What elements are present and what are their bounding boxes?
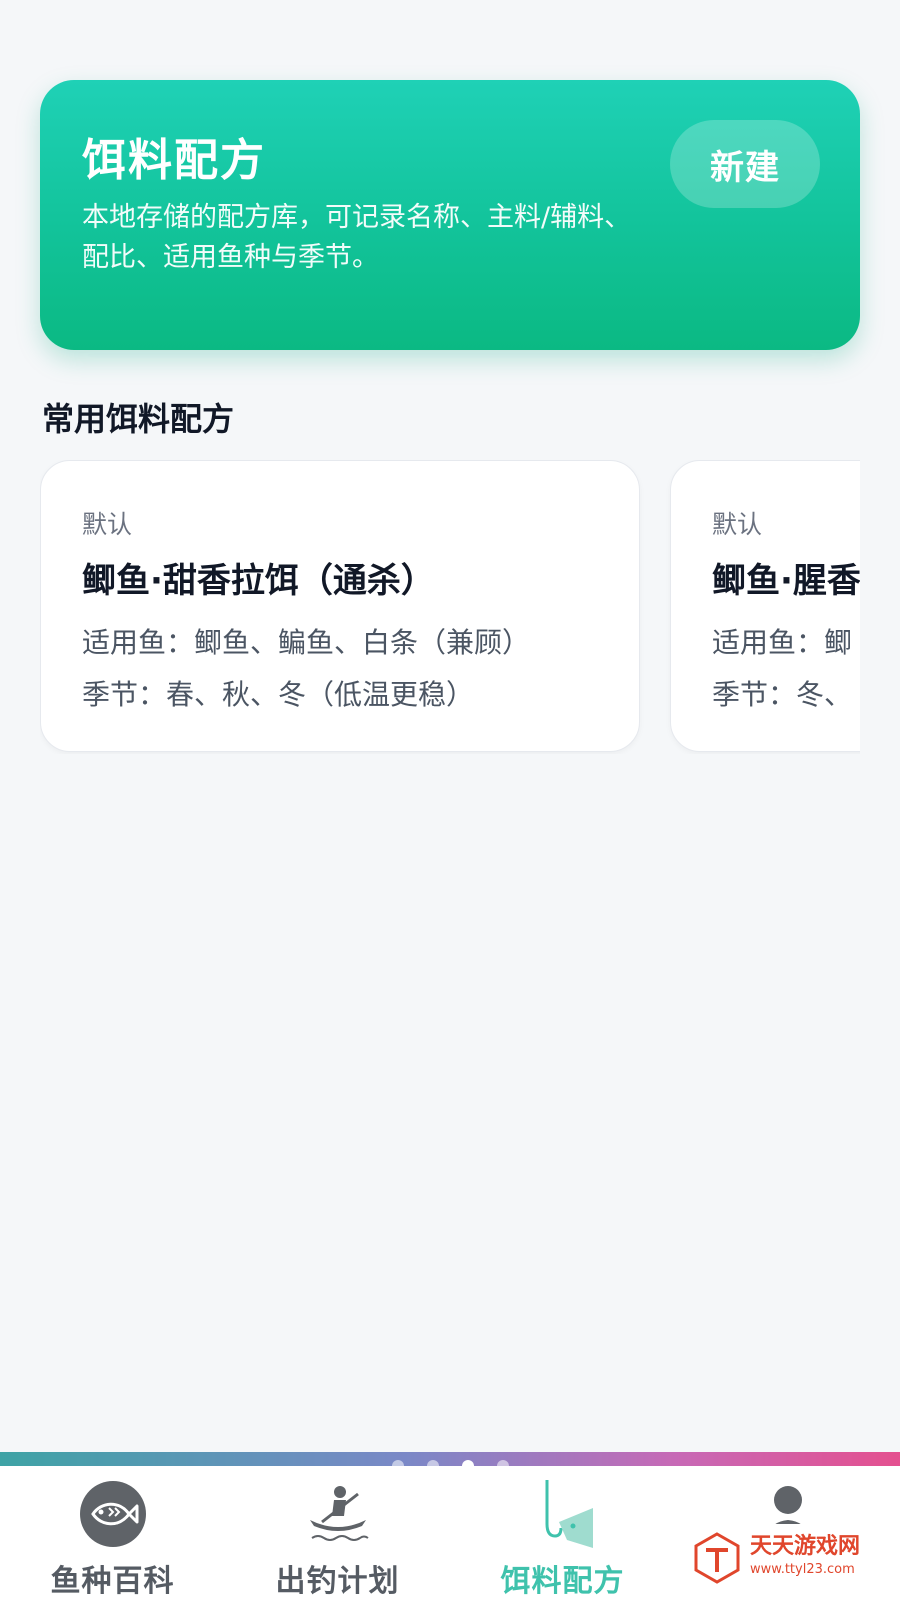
recipe-title: 鲫鱼·腥香	[712, 561, 860, 601]
recipe-card[interactable]: 默认 鲫鱼·腥香 适用鱼：鲫 季节：冬、	[670, 460, 860, 752]
new-recipe-button[interactable]: 新建	[670, 120, 820, 208]
watermark-name: 天天游戏网	[750, 1534, 861, 1559]
nav-label: 饵料配方	[500, 1564, 625, 1599]
page-title: 饵料配方	[82, 135, 266, 186]
hero-banner: 饵料配方 本地存储的配方库，可记录名称、主料/辅料、配比、适用鱼种与季节。 新建	[40, 80, 860, 350]
nav-label: 鱼种百科	[50, 1564, 175, 1599]
site-watermark: 天天游戏网 www.ttyl23.com	[680, 1524, 880, 1592]
recipe-title: 鲫鱼·甜香拉饵（通杀）	[82, 561, 435, 601]
kayak-icon	[309, 1486, 369, 1541]
recipe-card[interactable]: 默认 鲫鱼·甜香拉饵（通杀） 适用鱼：鲫鱼、鳊鱼、白条（兼顾） 季节：春、秋、冬…	[40, 460, 640, 752]
recipe-card-list[interactable]: 默认 鲫鱼·甜香拉饵（通杀） 适用鱼：鲫鱼、鳊鱼、白条（兼顾） 季节：春、秋、冬…	[40, 460, 860, 754]
recipe-season: 季节：春、秋、冬（低温更稳）	[82, 678, 475, 711]
hook-bait-icon	[545, 1480, 593, 1548]
nav-label: 出钓计划	[275, 1564, 400, 1599]
tab-bait-recipe[interactable]: 饵料配方	[450, 1466, 675, 1600]
recipe-tag: 默认	[82, 510, 133, 539]
recipe-fish: 适用鱼：鲫鱼、鳊鱼、白条（兼顾）	[82, 626, 531, 659]
recipe-season: 季节：冬、	[712, 678, 853, 711]
bait-recipe-page: 饵料配方 本地存储的配方库，可记录名称、主料/辅料、配比、适用鱼种与季节。 新建…	[0, 0, 900, 1600]
recipe-tag: 默认	[712, 510, 763, 539]
fish-icon	[79, 1481, 146, 1547]
hero-description: 本地存储的配方库，可记录名称、主料/辅料、配比、适用鱼种与季节。	[82, 202, 632, 273]
watermark-url: www.ttyl23.com	[750, 1562, 855, 1577]
recipe-fish: 适用鱼：鲫	[712, 626, 853, 659]
section-title: 常用饵料配方	[42, 400, 235, 438]
tab-fish-encyclopedia[interactable]: 鱼种百科	[0, 1466, 225, 1600]
tab-fishing-plan[interactable]: 出钓计划	[225, 1466, 450, 1600]
watermark-logo-icon	[694, 1532, 740, 1584]
